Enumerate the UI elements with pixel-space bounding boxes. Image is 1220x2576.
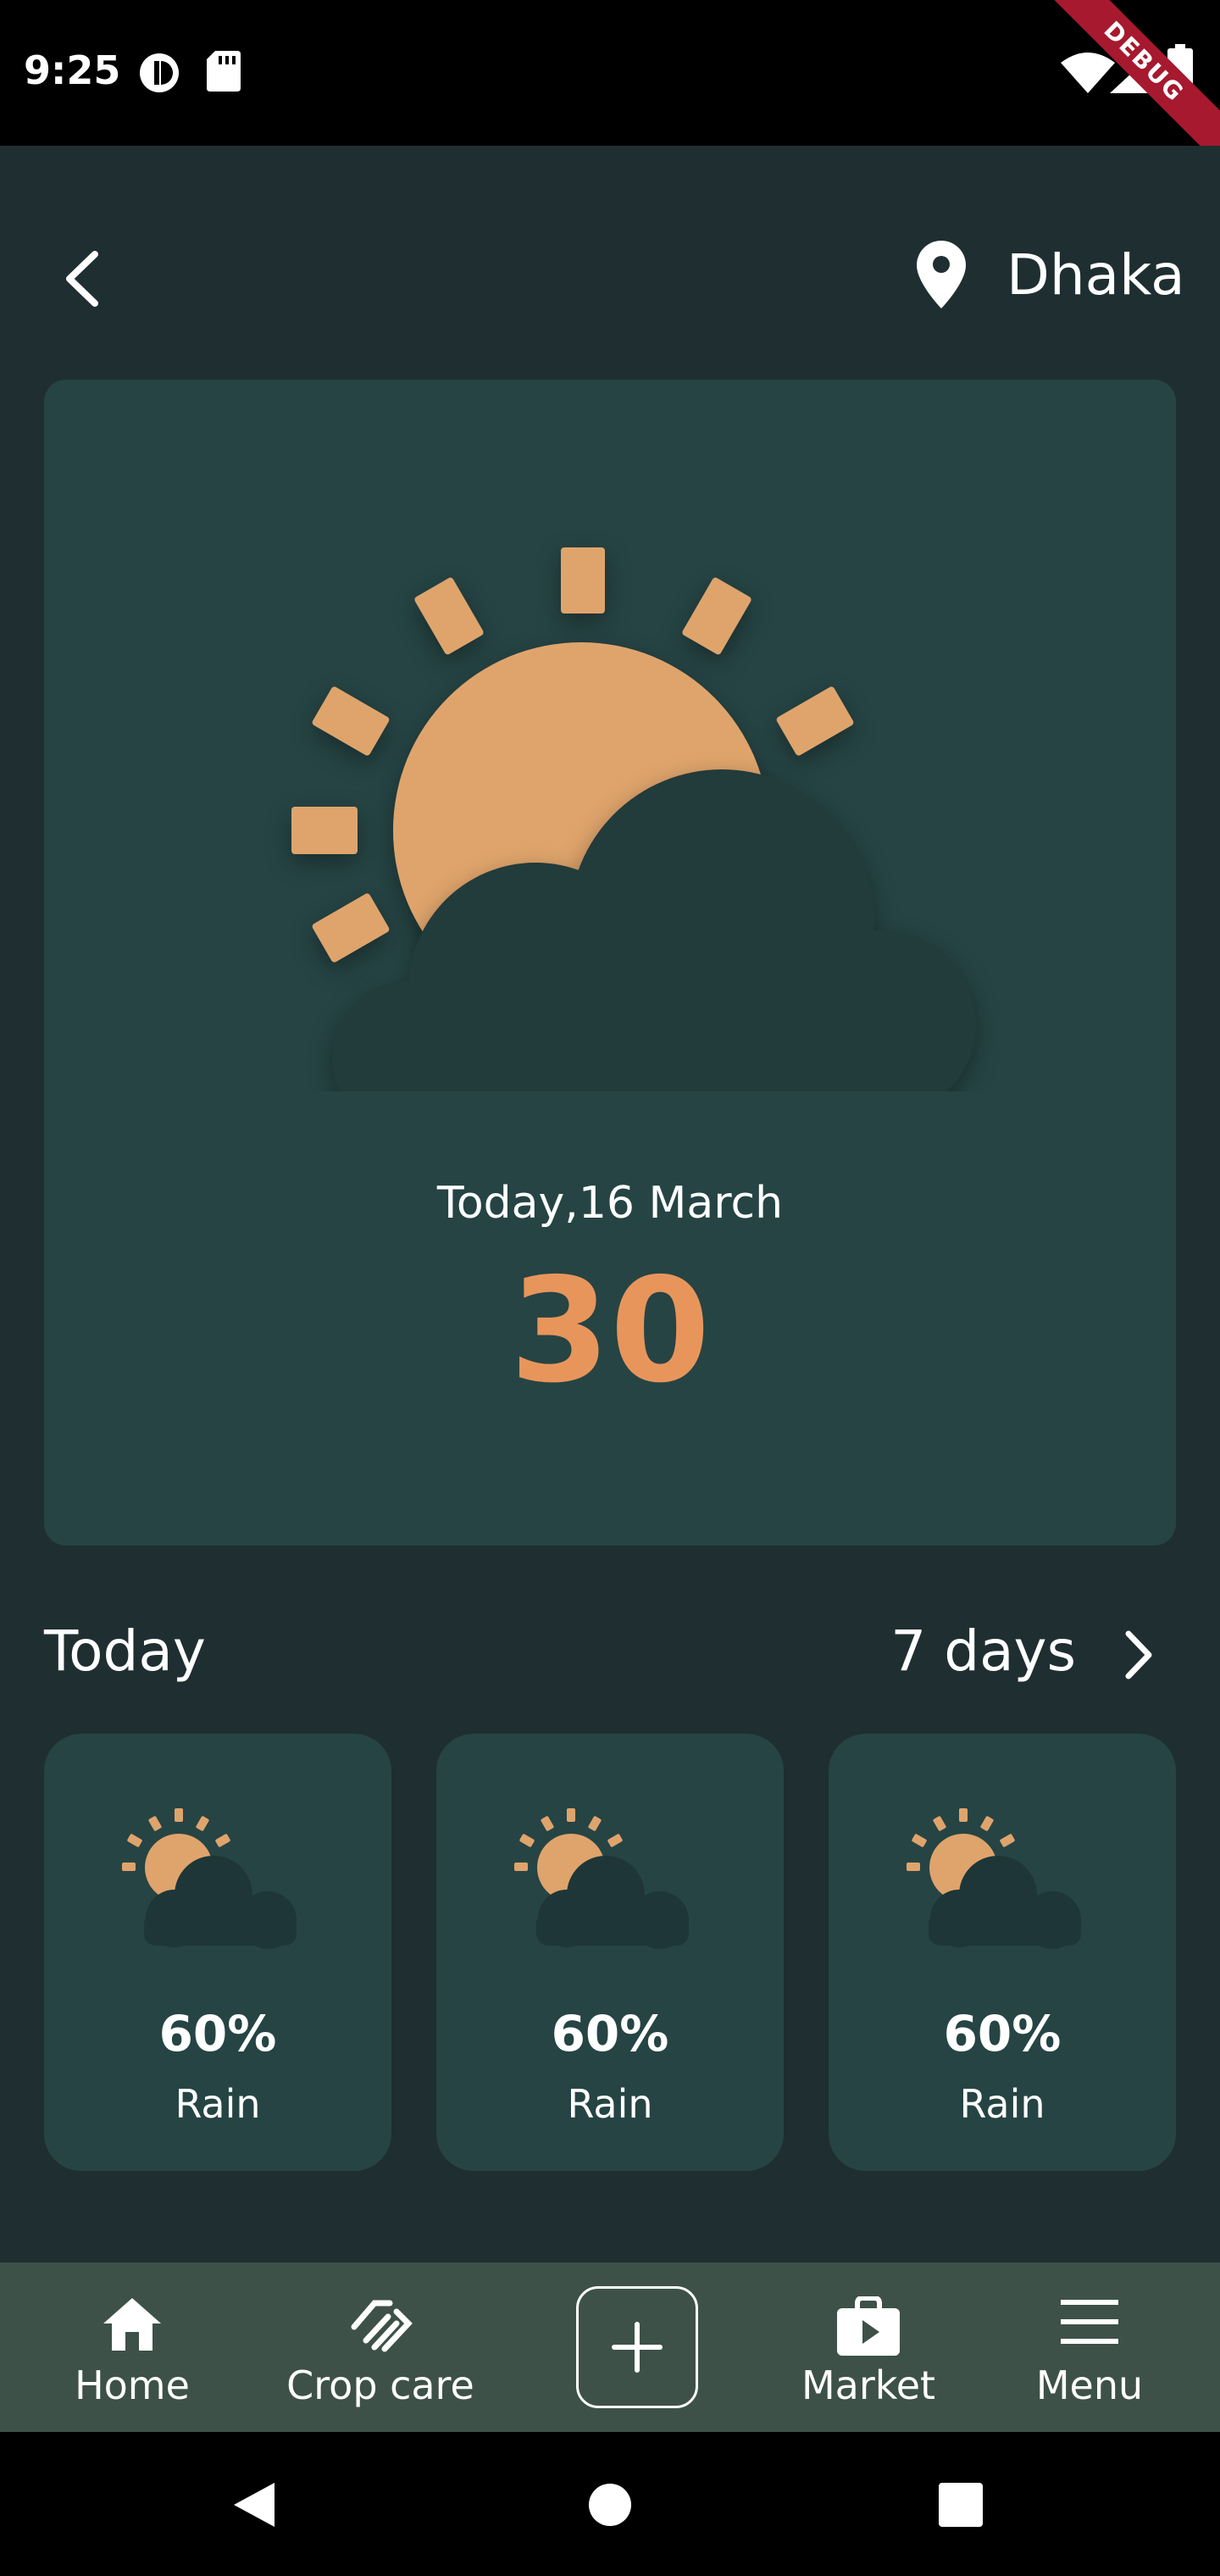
- sd-card-icon: [207, 51, 241, 92]
- sun-behind-cloud-icon: [514, 1808, 689, 1949]
- section-title: Today: [44, 1618, 206, 1684]
- shopping-bag-icon: [837, 2296, 900, 2356]
- back-triangle-icon[interactable]: [230, 2479, 278, 2530]
- home-icon: [103, 2298, 161, 2351]
- nav-label: Crop care: [286, 2362, 474, 2408]
- current-temperature: 30: [509, 1247, 711, 1415]
- forecast-card[interactable]: 60% Rain: [829, 1734, 1176, 2171]
- sun-behind-cloud-icon: [907, 1808, 1081, 1949]
- status-time: 9:25: [24, 47, 121, 93]
- hamburger-menu-icon: [1061, 2300, 1118, 2344]
- system-navigation-bar: [0, 2432, 1220, 2576]
- nav-label: Home: [75, 2362, 190, 2408]
- plus-icon: [612, 2322, 663, 2373]
- sun-behind-cloud-icon: [122, 1808, 297, 1949]
- home-circle-icon[interactable]: [588, 2483, 632, 2527]
- status-bar: 9:25 DEBUG: [0, 0, 1220, 172]
- forecast-list: 60% Rain 60% Rain 60% Rain: [44, 1734, 1176, 2171]
- add-button[interactable]: [576, 2286, 698, 2408]
- location-name[interactable]: Dhaka: [1006, 242, 1185, 308]
- nav-item-market[interactable]: Market: [779, 2262, 957, 2432]
- rain-percentage: 60%: [158, 2005, 277, 2062]
- handshake-icon: [351, 2300, 413, 2352]
- rain-label: Rain: [959, 2081, 1045, 2127]
- chevron-left-icon[interactable]: [51, 241, 112, 317]
- nav-label: Menu: [1035, 2362, 1144, 2408]
- rain-percentage: 60%: [551, 2005, 669, 2062]
- forecast-card[interactable]: 60% Rain: [436, 1734, 784, 2171]
- chevron-right-icon[interactable]: [1117, 1625, 1159, 1685]
- bottom-navigation: Home Crop care Market Menu: [0, 2262, 1220, 2432]
- recents-square-icon[interactable]: [939, 2483, 983, 2527]
- nav-item-home[interactable]: Home: [47, 2262, 217, 2432]
- wifi-icon: [1061, 53, 1115, 93]
- rain-label: Rain: [175, 2081, 261, 2127]
- nav-item-crop-care[interactable]: Crop care: [273, 2262, 488, 2432]
- nav-label: Market: [801, 2362, 936, 2408]
- forecast-card[interactable]: 60% Rain: [44, 1734, 391, 2171]
- current-weather-card: Today,16 March 30: [44, 380, 1176, 1546]
- sun-behind-cloud-icon: [291, 547, 976, 1091]
- nav-item-menu[interactable]: Menu: [1013, 2262, 1166, 2432]
- weather-screen: Dhaka Today,16 March 30 Today 7 days 60%…: [0, 146, 1220, 2262]
- rain-label: Rain: [567, 2081, 653, 2127]
- location-pin-icon: [917, 241, 966, 308]
- focus-mode-icon: [140, 53, 179, 92]
- current-date: Today,16 March: [436, 1178, 784, 1229]
- seven-days-link[interactable]: 7 days: [890, 1618, 1076, 1684]
- rain-percentage: 60%: [943, 2005, 1062, 2062]
